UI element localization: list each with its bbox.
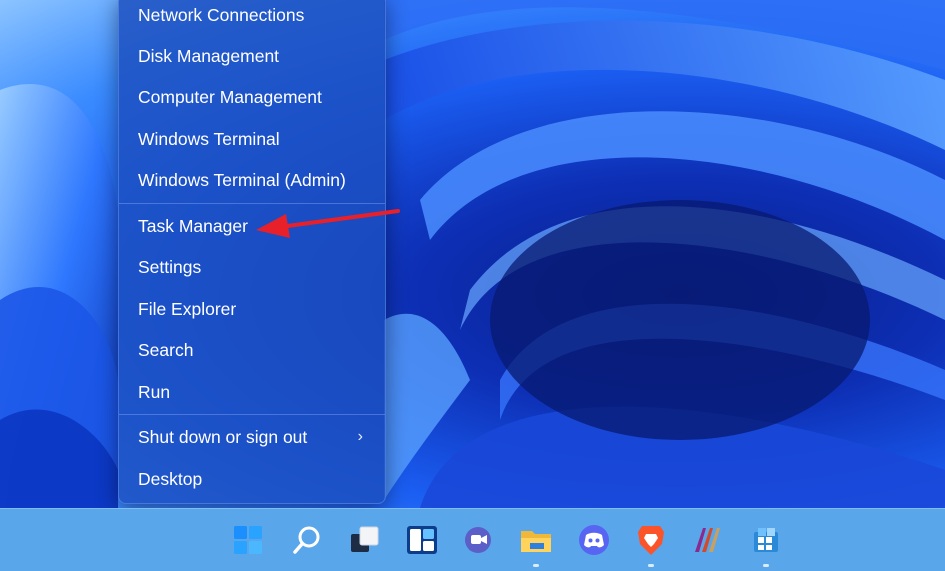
taskbar [0, 508, 945, 571]
search-icon[interactable] [289, 522, 325, 558]
annotation-arrow [256, 209, 400, 238]
winrar-icon[interactable] [690, 522, 726, 558]
app-icon[interactable] [748, 522, 784, 558]
discord-icon[interactable] [576, 522, 612, 558]
running-indicator [763, 564, 769, 567]
teams-chat-icon[interactable] [461, 522, 497, 558]
start-icon[interactable] [230, 522, 266, 558]
widgets-icon[interactable] [404, 522, 440, 558]
file-explorer-icon[interactable] [518, 522, 554, 558]
running-indicator [648, 564, 654, 567]
brave-icon[interactable] [633, 522, 669, 558]
task-view-icon[interactable] [347, 522, 383, 558]
desktop: Network Connections Disk Management Comp… [0, 0, 945, 508]
running-indicator [533, 564, 539, 567]
